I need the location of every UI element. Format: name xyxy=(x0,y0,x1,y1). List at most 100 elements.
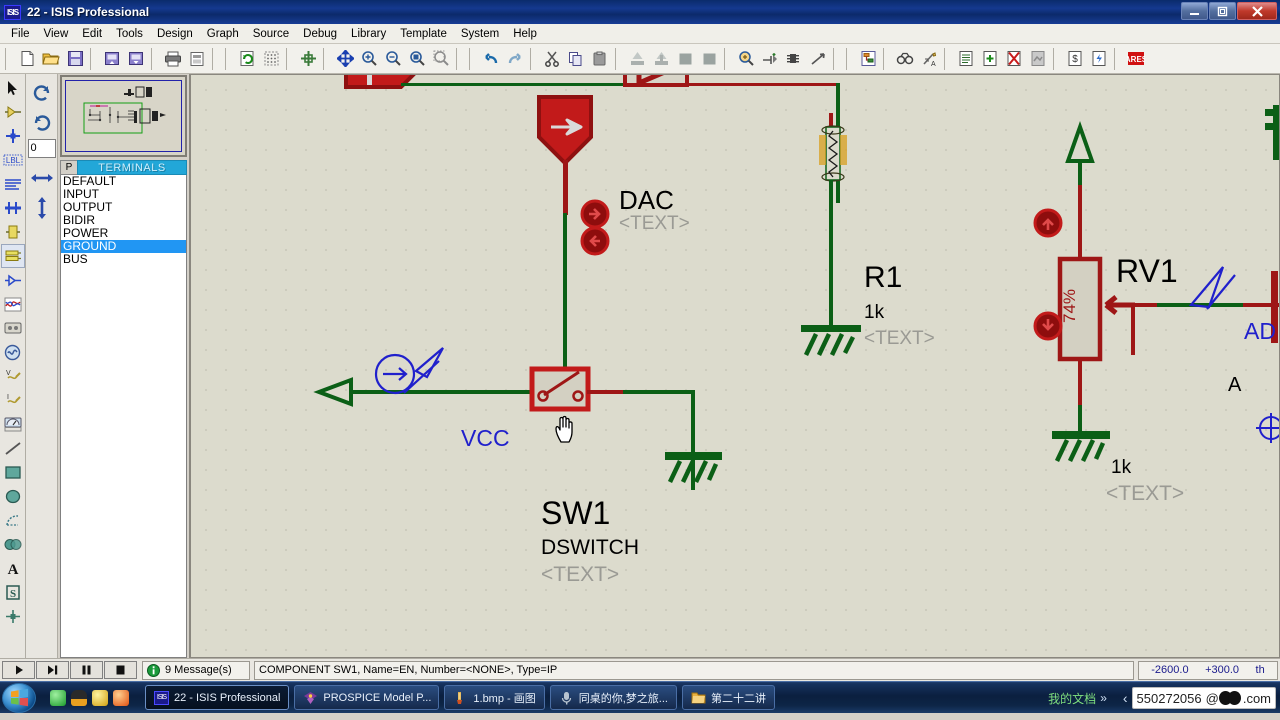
menu-template[interactable]: Template xyxy=(393,26,454,42)
play-button[interactable] xyxy=(2,661,35,679)
restore-button[interactable] xyxy=(1209,2,1236,20)
virtual-instruments-mode-button[interactable] xyxy=(1,412,25,436)
pick-device-button[interactable]: P xyxy=(60,160,77,175)
bill-of-materials-icon[interactable] xyxy=(954,47,978,71)
device-pin-mode-button[interactable] xyxy=(1,268,25,292)
electrical-rules-icon[interactable] xyxy=(1087,47,1111,71)
2d-text-mode-button[interactable]: A xyxy=(1,556,25,580)
packaging-tool-icon[interactable] xyxy=(782,47,806,71)
mirror-horizontal-button[interactable] xyxy=(28,163,56,193)
decompose-icon[interactable] xyxy=(806,47,830,71)
2d-path-mode-button[interactable] xyxy=(1,532,25,556)
list-item[interactable]: BUS xyxy=(61,253,186,266)
taskbar-item-folder[interactable]: 第二十二讲 xyxy=(681,685,775,710)
tray-collapse-chevron[interactable]: ‹ xyxy=(1123,690,1128,706)
print-icon[interactable] xyxy=(161,47,185,71)
zoom-area-icon[interactable] xyxy=(429,47,453,71)
zoom-in-icon[interactable] xyxy=(357,47,381,71)
menu-view[interactable]: View xyxy=(37,26,76,42)
junction-dot-mode-button[interactable] xyxy=(1,124,25,148)
object-selector-list[interactable]: DEFAULT INPUT OUTPUT BIDIR POWER GROUND … xyxy=(60,175,187,658)
2d-box-mode-button[interactable] xyxy=(1,460,25,484)
menu-source[interactable]: Source xyxy=(246,26,296,42)
taskbar-item-media[interactable]: 同桌的你,梦之旅... xyxy=(549,685,677,710)
hierarchy-icon[interactable] xyxy=(856,47,880,71)
subcircuit-mode-button[interactable] xyxy=(1,220,25,244)
tape-recorder-mode-button[interactable] xyxy=(1,316,25,340)
netlist-icon[interactable]: $ xyxy=(1063,47,1087,71)
rotation-angle-input[interactable]: 0 xyxy=(27,139,56,158)
windows-start-orb[interactable] xyxy=(2,682,36,713)
mirror-vertical-button[interactable] xyxy=(28,193,56,223)
new-sheet-icon[interactable] xyxy=(978,47,1002,71)
ql-penguin-icon[interactable] xyxy=(71,689,87,706)
stop-button[interactable] xyxy=(104,661,137,679)
close-button[interactable] xyxy=(1237,2,1277,20)
make-device-icon[interactable] xyxy=(758,47,782,71)
qq-account-bar[interactable]: 550272056 @ .com xyxy=(1131,687,1276,709)
block-copy-icon[interactable] xyxy=(625,47,649,71)
rotate-counterclockwise-button[interactable] xyxy=(28,108,56,138)
block-move-icon[interactable] xyxy=(649,47,673,71)
component-mode-button[interactable] xyxy=(1,100,25,124)
menu-design[interactable]: Design xyxy=(150,26,200,42)
taskbar-item-prospice[interactable]: PROSPICE Model P... xyxy=(294,685,440,710)
tray-docs-label[interactable]: 我的文档 xyxy=(1048,690,1096,707)
marker-mode-button[interactable] xyxy=(1,604,25,628)
redo-icon[interactable] xyxy=(503,47,527,71)
pause-button[interactable] xyxy=(70,661,103,679)
tray-overflow-chevron[interactable]: » xyxy=(1100,691,1107,705)
block-delete-icon[interactable] xyxy=(697,47,721,71)
menu-graph[interactable]: Graph xyxy=(200,26,246,42)
ql-yellow-icon[interactable] xyxy=(92,689,108,706)
graph-mode-button[interactable] xyxy=(1,292,25,316)
2d-arc-mode-button[interactable] xyxy=(1,508,25,532)
2d-circle-mode-button[interactable] xyxy=(1,484,25,508)
generator-mode-button[interactable] xyxy=(1,340,25,364)
menu-debug[interactable]: Debug xyxy=(296,26,344,42)
refresh-display-icon[interactable] xyxy=(235,47,259,71)
current-probe-mode-button[interactable]: I xyxy=(1,388,25,412)
taskbar-item-paint[interactable]: 1.bmp - 画图 xyxy=(444,685,545,710)
property-assign-icon[interactable]: A xyxy=(917,47,941,71)
block-rotate-icon[interactable] xyxy=(673,47,697,71)
overview-preview[interactable] xyxy=(60,75,187,157)
step-button[interactable] xyxy=(36,661,69,679)
export-section-icon[interactable] xyxy=(124,47,148,71)
cut-icon[interactable] xyxy=(540,47,564,71)
new-file-icon[interactable] xyxy=(15,47,39,71)
text-script-mode-button[interactable] xyxy=(1,172,25,196)
menu-edit[interactable]: Edit xyxy=(75,26,109,42)
print-area-icon[interactable] xyxy=(185,47,209,71)
menu-file[interactable]: File xyxy=(4,26,37,42)
schematic-canvas[interactable]: 74% DAC <TEXT> R1 1k <TEXT> RV1 1k <TEXT… xyxy=(190,74,1280,658)
zoom-all-icon[interactable] xyxy=(405,47,429,71)
wire-label-mode-button[interactable]: LBL xyxy=(1,148,25,172)
voltage-probe-mode-button[interactable]: V xyxy=(1,364,25,388)
message-count-field[interactable]: 9 Message(s) xyxy=(142,660,250,680)
ql-orange-icon[interactable] xyxy=(113,689,129,706)
menu-library[interactable]: Library xyxy=(344,26,393,42)
paste-icon[interactable] xyxy=(588,47,612,71)
exit-sheet-icon[interactable] xyxy=(1026,47,1050,71)
undo-icon[interactable] xyxy=(479,47,503,71)
taskbar-item-isis[interactable]: ISIS 22 - ISIS Professional xyxy=(145,685,290,710)
symbol-mode-button[interactable]: S xyxy=(1,580,25,604)
search-icon[interactable] xyxy=(893,47,917,71)
origin-icon[interactable] xyxy=(296,47,320,71)
toggle-grid-icon[interactable] xyxy=(259,47,283,71)
terminals-mode-button[interactable] xyxy=(0,244,25,268)
buses-mode-button[interactable] xyxy=(1,196,25,220)
remove-sheet-icon[interactable] xyxy=(1002,47,1026,71)
zoom-out-icon[interactable] xyxy=(381,47,405,71)
selection-mode-button[interactable] xyxy=(1,76,25,100)
menu-tools[interactable]: Tools xyxy=(109,26,150,42)
import-section-icon[interactable] xyxy=(100,47,124,71)
pan-icon[interactable] xyxy=(333,47,357,71)
menu-help[interactable]: Help xyxy=(506,26,544,42)
save-icon[interactable] xyxy=(63,47,87,71)
2d-line-mode-button[interactable] xyxy=(1,436,25,460)
menu-system[interactable]: System xyxy=(454,26,506,42)
copy-icon[interactable] xyxy=(564,47,588,71)
open-folder-icon[interactable] xyxy=(39,47,63,71)
